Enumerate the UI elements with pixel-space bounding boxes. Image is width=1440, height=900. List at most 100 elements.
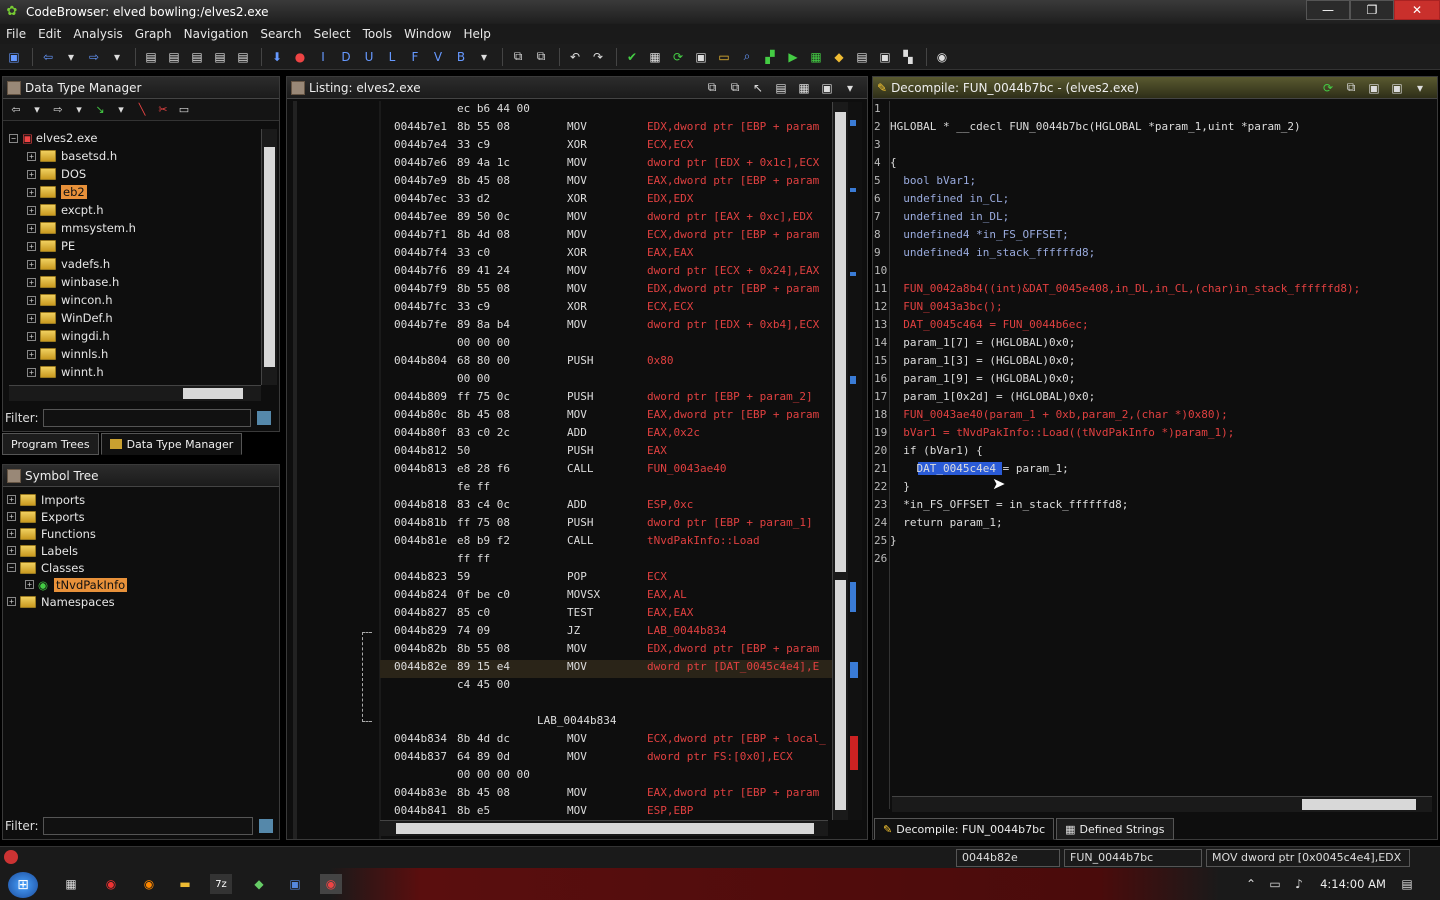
tree-item[interactable]: + vadefs.h (9, 255, 261, 273)
listing-row[interactable]: fe ff (380, 480, 832, 498)
filter-options-icon[interactable] (256, 411, 271, 425)
listing-row[interactable] (380, 696, 832, 714)
listing-row[interactable]: LAB_0044b834 (380, 714, 832, 732)
decompile-line[interactable]: 21 DAT_0045c4e4 = param_1; (874, 462, 1426, 480)
listing-cursor-icon[interactable]: ↖ (748, 78, 768, 98)
menu-select[interactable]: Select (308, 27, 357, 41)
listing-vscroll[interactable] (832, 102, 848, 820)
bookmark-icon[interactable]: ● (290, 47, 310, 67)
listing-row[interactable]: 0044b82e 89 15 e4 MOV dword ptr [DAT_0045c4… (380, 660, 832, 678)
tree-item[interactable]: + winnls.h (9, 345, 261, 363)
nav-d-icon[interactable]: D (336, 47, 356, 67)
tool-b-icon[interactable]: ▣ (691, 47, 711, 67)
tool-g-icon[interactable]: ▚ (898, 47, 918, 67)
listing-row[interactable]: 0044b809 ff 75 0c PUSH dword ptr [EBP + par… (380, 390, 832, 408)
copy-icon[interactable]: ⧉ (508, 47, 528, 67)
tree-item[interactable]: + winnt.h (9, 363, 261, 381)
listing-row[interactable]: 0044b83e 8b 45 08 MOV EAX,dword ptr [EBP + … (380, 786, 832, 804)
listing-row[interactable]: 0044b81b ff 75 08 PUSH dword ptr [EBP + par… (380, 516, 832, 534)
dtm-vscroll[interactable] (261, 129, 277, 385)
listing-row[interactable]: 0044b812 50 PUSH EAX (380, 444, 832, 462)
dtm-collapse-icon[interactable]: ▭ (175, 101, 193, 119)
tree-item[interactable]: + mmsystem.h (9, 219, 261, 237)
tree-item-selected[interactable]: + eb2 (9, 183, 261, 201)
listing-row[interactable]: 0044b824 0f be c0 MOVSX EAX,AL (380, 588, 832, 606)
decompile-line[interactable]: 4{ (874, 156, 1426, 174)
decompile-line[interactable]: 22 } (874, 480, 1426, 498)
nav-func-icon[interactable]: ▤ (233, 47, 253, 67)
decompile-line[interactable]: 1 (874, 102, 1426, 120)
refresh-icon[interactable]: ⟳ (668, 47, 688, 67)
chrome-icon[interactable]: ◉ (100, 874, 122, 894)
decompile-line[interactable]: 2 HGLOBAL * __cdecl FUN_0044b7bc(HGLOBAL … (874, 120, 1426, 138)
notifications-icon[interactable]: ▤ (1396, 874, 1418, 894)
listing-row[interactable]: 0044b7e4 33 c9 XOR ECX,ECX (380, 138, 832, 156)
listing-row[interactable]: 0044b823 59 POP ECX (380, 570, 832, 588)
firefox-icon[interactable]: ◉ (138, 874, 160, 894)
tree-item[interactable]: + Namespaces (7, 593, 275, 610)
tree-item-selected[interactable]: + ◉ tNvdPakInfo (7, 576, 275, 593)
nav-u-icon[interactable]: U (359, 47, 379, 67)
decompile-line[interactable]: 15 param_1[3] = (HGLOBAL)0x0; (874, 354, 1426, 372)
listing-row[interactable]: 0044b7ec 33 d2 XOR EDX,EDX (380, 192, 832, 210)
nav-instr-icon[interactable]: ▤ (164, 47, 184, 67)
symtree-filter-input[interactable] (42, 817, 253, 835)
paste-icon[interactable]: ⧉ (531, 47, 551, 67)
listing-row[interactable]: ff ff (380, 552, 832, 570)
listing-row[interactable]: 0044b7f4 33 c0 XOR EAX,EAX (380, 246, 832, 264)
decompile-line[interactable]: 14 param_1[7] = (HGLOBAL)0x0; (874, 336, 1426, 354)
dtm-arrow-dropdown-icon[interactable]: ▾ (112, 101, 130, 119)
nav-f-icon[interactable]: F (405, 47, 425, 67)
tree-item[interactable]: + winbase.h (9, 273, 261, 291)
folder-icon[interactable]: ▭ (714, 47, 734, 67)
dtm-tool-icon[interactable]: ✂ (154, 101, 172, 119)
dtm-back-icon[interactable]: ⇦ (7, 101, 25, 119)
back-icon[interactable]: ⇦ (38, 47, 58, 67)
decompile-copy-icon[interactable]: ⧉ (1341, 78, 1361, 98)
listing-diff-icon[interactable]: ▦ (794, 78, 814, 98)
forward-dropdown-icon[interactable]: ▾ (107, 47, 127, 67)
diamond-icon[interactable]: ◆ (829, 47, 849, 67)
listing-row[interactable]: 0044b82b 8b 55 08 MOV EDX,dword ptr [EBP + … (380, 642, 832, 660)
tree-item[interactable]: − Classes (7, 559, 275, 576)
tab-program-trees[interactable]: Program Trees (2, 433, 99, 455)
listing-menu-icon[interactable]: ▾ (840, 78, 860, 98)
decompile-hscroll[interactable] (892, 796, 1432, 812)
tree-root[interactable]: − ▣ elves2.exe (9, 129, 261, 147)
listing-row[interactable]: ec b6 44 00 (380, 102, 832, 120)
decompile-line[interactable]: 5 bool bVar1; (874, 174, 1426, 192)
app-green-icon[interactable]: ◆ (248, 874, 270, 894)
dtm-back-dropdown-icon[interactable]: ▾ (28, 101, 46, 119)
run-icon[interactable]: ▶ (783, 47, 803, 67)
show-hidden-icon[interactable]: ⌃ (1240, 874, 1262, 894)
maximize-button[interactable]: ❐ (1350, 0, 1394, 20)
decompile-view[interactable]: 1 2 HGLOBAL * __cdecl FUN_0044b7bc(HGLOBAL… (874, 102, 1426, 796)
tool-e-icon[interactable]: ▤ (852, 47, 872, 67)
listing-row[interactable]: 0044b837 64 89 0d MOV dword ptr FS:[0x0],EC… (380, 750, 832, 768)
dtm-filter-input[interactable] (42, 409, 251, 427)
listing-overview-bar[interactable] (848, 102, 862, 820)
tree-item[interactable]: + Imports (7, 491, 275, 508)
nav-i-icon[interactable]: I (313, 47, 333, 67)
decompile-line[interactable]: 11 FUN_0042a8b4((int)&DAT_0045e408,in_DL… (874, 282, 1426, 300)
menu-window[interactable]: Window (398, 27, 457, 41)
listing-row[interactable]: 0044b7fe 89 8a b4 MOV dword ptr [EDX + 0xb4… (380, 318, 832, 336)
listing-copy-icon[interactable]: ⧉ (702, 78, 722, 98)
decompile-line[interactable]: 10 (874, 264, 1426, 282)
listing-hscroll[interactable] (380, 820, 828, 836)
decompile-refresh-icon[interactable]: ⟳ (1318, 78, 1338, 98)
listing-snapshot-icon[interactable]: ▣ (817, 78, 837, 98)
listing-row[interactable]: 0044b81e e8 b9 f2 CALL tNvdPakInfo::Load (380, 534, 832, 552)
tool-d-icon[interactable]: ▦ (806, 47, 826, 67)
listing-row[interactable]: 00 00 00 00 (380, 768, 832, 786)
tree-item[interactable]: + Exports (7, 508, 275, 525)
menu-graph[interactable]: Graph (129, 27, 178, 41)
decompile-line[interactable]: 23 *in_FS_OFFSET = in_stack_ffffffd8; (874, 498, 1426, 516)
tree-item[interactable]: + WinDef.h (9, 309, 261, 327)
decompile-line[interactable]: 20 if (bVar1) { (874, 444, 1426, 462)
undo-icon[interactable]: ↶ (565, 47, 585, 67)
listing-fields-icon[interactable]: ▤ (771, 78, 791, 98)
start-button[interactable]: ⊞ (8, 872, 38, 898)
app-blue-icon[interactable]: ▣ (284, 874, 306, 894)
back-dropdown-icon[interactable]: ▾ (61, 47, 81, 67)
